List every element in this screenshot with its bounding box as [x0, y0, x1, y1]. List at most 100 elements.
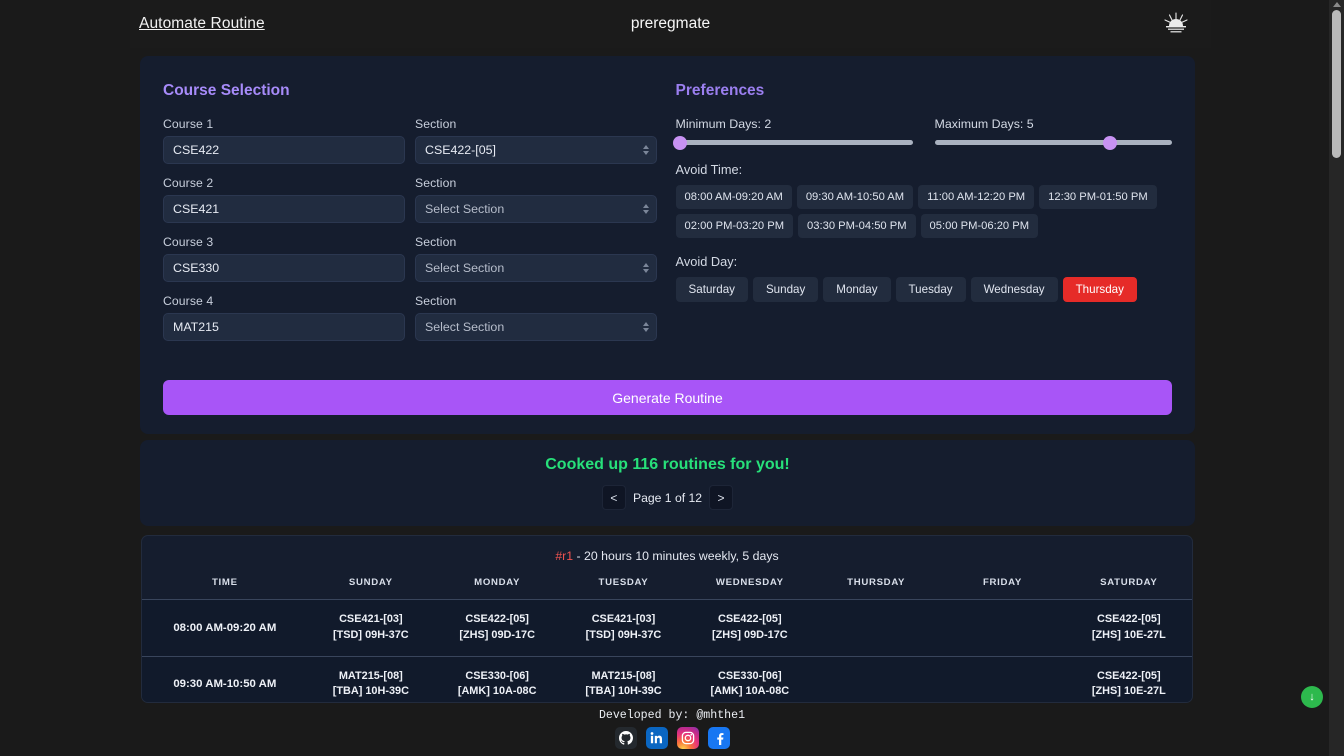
course-input-4[interactable] — [163, 313, 405, 341]
course-input-1[interactable] — [163, 136, 405, 164]
days-sliders: Minimum Days: 2 Maximum Days: 5 — [673, 117, 1172, 150]
slot-cell — [939, 656, 1066, 702]
minimum-days-slider-thumb[interactable] — [673, 135, 688, 150]
avoid-time-chip[interactable]: 05:00 PM-06:20 PM — [920, 214, 1039, 238]
avoid-day-chip-wednesday[interactable]: Wednesday — [970, 277, 1058, 302]
facebook-icon — [716, 733, 723, 745]
section-select-wrap-3: Select Section — [415, 254, 657, 282]
theme-toggle-button[interactable] — [1159, 6, 1193, 40]
social-link-github[interactable] — [614, 727, 637, 749]
page-indicator: Page 1 of 12 — [632, 490, 703, 505]
row-time: 09:30 AM-10:50 AM — [142, 656, 308, 702]
section-select-3[interactable]: Select Section — [415, 254, 657, 282]
page-scrollbar[interactable] — [1329, 0, 1344, 756]
section-field-1: Section CSE422-[05] — [415, 117, 657, 164]
scroll-up-arrow-icon[interactable] — [1333, 2, 1341, 7]
slot-cell: CSE422-[05] [ZHS] 10E-27L — [1065, 599, 1192, 657]
maximum-days-slider[interactable] — [934, 135, 1172, 150]
slot-cell: CSE422-[05] [ZHS] 09D-17C — [434, 599, 561, 657]
avoid-time-chip[interactable]: 08:00 AM-09:20 AM — [675, 185, 792, 209]
slot-room: [TBA] 10H-39C — [332, 685, 409, 698]
slot-cell — [812, 656, 940, 702]
slot-course: CSE422-[05] — [465, 613, 529, 625]
slot-room: [ZHS] 10E-27L — [1091, 685, 1166, 698]
column-header-saturday: SATURDAY — [1065, 574, 1192, 600]
avoid-time-chip[interactable]: 11:00 AM-12:20 PM — [918, 185, 1035, 209]
avoid-time-chip[interactable]: 03:30 PM-04:50 PM — [798, 214, 916, 238]
course-input-3[interactable] — [163, 254, 405, 282]
social-link-facebook[interactable] — [707, 727, 730, 749]
column-header-thursday: THURSDAY — [812, 574, 940, 600]
maximum-days-slider-thumb[interactable] — [1102, 135, 1117, 150]
avoid-time-chip[interactable]: 09:30 AM-10:50 AM — [796, 185, 914, 209]
section-select-wrap-4: Select Section — [415, 313, 657, 341]
column-header-monday: MONDAY — [434, 574, 561, 600]
section-select-1[interactable]: CSE422-[05] — [415, 136, 657, 164]
minimum-days-slider-group: Minimum Days: 2 — [673, 117, 913, 150]
developer-credit: Developed by: @mhthe1 — [598, 709, 746, 722]
course-row-2: Course 2 Section Select Section — [163, 176, 658, 223]
linkedin-icon — [650, 732, 662, 744]
avoid-time-label: Avoid Time: — [675, 162, 743, 177]
course-field-2: Course 2 — [163, 176, 405, 223]
avoid-day-chip-saturday[interactable]: Saturday — [675, 277, 748, 302]
instagram-icon — [681, 731, 694, 745]
column-header-tuesday: TUESDAY — [560, 574, 687, 600]
slot-course: MAT215-[08] — [338, 669, 403, 682]
table-row: 09:30 AM-10:50 AM MAT215-[08] [TBA] 10H-… — [142, 656, 1192, 702]
section-select-2[interactable]: Select Section — [415, 195, 657, 223]
slot-course: CSE422-[05] — [1097, 613, 1161, 625]
preferences-title: Preferences — [675, 82, 765, 99]
course-field-4: Course 4 — [163, 294, 405, 341]
routine-summary-text: - 20 hours 10 minutes weekly, 5 days — [573, 549, 779, 563]
table-header-row: TIME SUNDAY MONDAY TUESDAY WEDNESDAY THU… — [142, 574, 1192, 600]
avoid-day-chip-monday[interactable]: Monday — [823, 277, 891, 302]
section-field-4: Section Select Section — [415, 294, 657, 341]
maximum-days-slider-group: Maximum Days: 5 — [934, 117, 1172, 150]
page-footer: Developed by: @mhthe1 — [0, 704, 1344, 756]
column-header-wednesday: WEDNESDAY — [686, 574, 813, 600]
social-link-linkedin[interactable] — [645, 727, 668, 749]
nav-link-automate-routine[interactable]: Automate Routine — [139, 15, 265, 33]
generate-routine-button[interactable]: Generate Routine — [163, 380, 1172, 415]
avoid-time-chip[interactable]: 02:00 PM-03:20 PM — [675, 214, 794, 238]
top-navbar: Automate Routine preregmate — [130, 0, 1211, 48]
course-field-1: Course 1 — [163, 117, 405, 164]
course-row-3: Course 3 Section Select Section — [163, 235, 658, 282]
section-select-4[interactable]: Select Section — [415, 313, 657, 341]
section-select-wrap-1: CSE422-[05] — [415, 136, 657, 164]
maximum-days-label: Maximum Days: 5 — [934, 117, 1034, 131]
slot-room: [ZHS] 09D-17C — [711, 628, 788, 641]
previous-page-button[interactable]: < — [601, 485, 626, 510]
avoid-day-chip-sunday[interactable]: Sunday — [752, 277, 819, 302]
course-input-2[interactable] — [163, 195, 405, 223]
slot-course: CSE330-[06] — [718, 669, 782, 682]
section-label-3: Section — [415, 235, 457, 249]
slot-room: [TSD] 09H-37C — [333, 628, 409, 641]
slot-room: [TSD] 09H-37C — [585, 628, 662, 641]
slot-room: [ZHS] 10E-27L — [1091, 628, 1166, 641]
course-label-2: Course 2 — [163, 176, 214, 190]
social-links — [614, 727, 730, 749]
slot-cell: MAT215-[08] [TBA] 10H-39C — [307, 656, 434, 702]
slot-room: [ZHS] 09D-17C — [459, 628, 535, 641]
course-label-4: Course 4 — [163, 294, 214, 308]
next-page-button[interactable]: > — [709, 485, 734, 510]
routine-table: TIME SUNDAY MONDAY TUESDAY WEDNESDAY THU… — [142, 574, 1192, 702]
slot-room: [AMK] 10A-08C — [710, 685, 790, 698]
avoid-day-chip-tuesday[interactable]: Tuesday — [895, 277, 966, 302]
slot-course: MAT215-[08] — [591, 669, 656, 682]
page-content: Course Selection Course 1 Section CSE422… — [130, 48, 1211, 708]
scrollbar-thumb[interactable] — [1332, 10, 1341, 158]
slot-cell: CSE330-[06] [AMK] 10A-08C — [434, 656, 561, 702]
section-label-4: Section — [415, 294, 457, 308]
avoid-day-chip-thursday[interactable]: Thursday — [1062, 277, 1137, 302]
scroll-to-bottom-button[interactable]: ↓ — [1301, 686, 1323, 708]
minimum-days-slider[interactable] — [673, 135, 913, 150]
slot-cell — [812, 599, 940, 657]
social-link-instagram[interactable] — [676, 727, 699, 749]
slot-course: CSE421-[03] — [591, 613, 656, 625]
avoid-time-chip[interactable]: 12:30 PM-01:50 PM — [1039, 185, 1157, 209]
routine-table-body: 08:00 AM-09:20 AM CSE421-[03] [TSD] 09H-… — [142, 599, 1192, 702]
sunrise-icon — [1164, 12, 1188, 33]
